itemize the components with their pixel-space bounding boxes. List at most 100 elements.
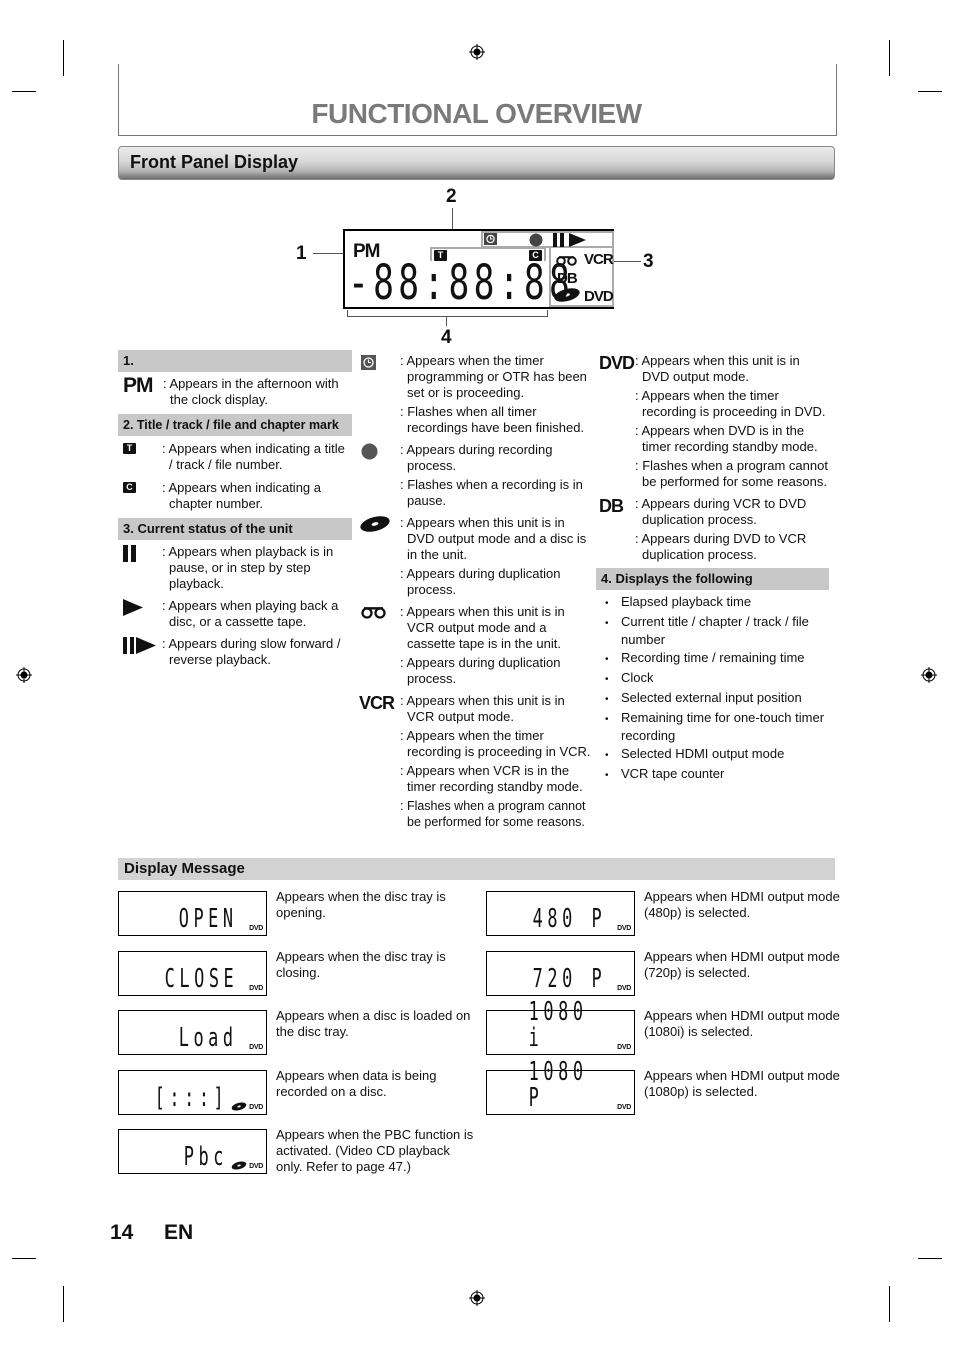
display-message-item: 1080 P DVD Appears when HDMI output mode…	[486, 1059, 846, 1120]
disc-icon	[360, 516, 390, 532]
dvd-label: DVD	[617, 925, 631, 932]
chapter-mark-desc: : Appears when indicating a chapter numb…	[162, 480, 321, 511]
message-description: Appears when data is being recorded on a…	[276, 1067, 437, 1099]
crop-mark	[12, 1258, 36, 1259]
record-desc: : Appears during recording process.	[400, 442, 553, 473]
dvd-desc: : Appears when the timer recording is pr…	[635, 388, 826, 419]
record-icon	[361, 443, 378, 460]
pm-row: PM : Appears in the afternoon with the c…	[118, 375, 352, 411]
pause-desc: : Appears when playback is in pause, or …	[162, 544, 334, 591]
registration-mark-icon	[921, 667, 937, 683]
display-message-item: 1080 i DVD Appears when HDMI output mode…	[486, 999, 846, 1060]
dvd-label: DVD	[617, 1103, 631, 1111]
lcd-message-box: 480 P DVD	[486, 891, 635, 936]
registration-mark-icon	[469, 44, 485, 60]
vcr-desc: : Flashes when a program cannot be perfo…	[400, 799, 586, 829]
callout-3: 3	[643, 251, 654, 272]
section-1-heading: 1.	[118, 350, 352, 372]
timer-row: : Appears when the timer programming or …	[356, 353, 592, 439]
pause-row: : Appears when playback is in pause, or …	[118, 544, 352, 595]
disc-desc: : Appears when this unit is in DVD outpu…	[400, 515, 587, 562]
vcr-symbol: VCR	[359, 693, 395, 713]
message-description: Appears when HDMI output mode (1080p) is…	[644, 1067, 840, 1099]
message-description: Appears when HDMI output mode (1080i) is…	[644, 1008, 840, 1039]
lcd-message-box: 1080 i DVD	[486, 999, 635, 1055]
dvd-symbol: DVD	[599, 353, 635, 373]
display-message-item: OPEN DVD Appears when the disc tray is o…	[118, 889, 478, 941]
list-item: Selected external input position	[596, 690, 829, 708]
dvd-label: DVD	[249, 1044, 263, 1051]
lcd-message-text: Pbc	[183, 1142, 228, 1172]
slow-play-desc: : Appears during slow forward / reverse …	[162, 636, 341, 667]
dvd-label: DVD	[249, 984, 263, 992]
timer-desc: : Flashes when all timer recordings have…	[400, 404, 585, 435]
dvd-desc: : Appears when DVD is in the timer recor…	[635, 423, 818, 454]
dvd-desc: : Appears when this unit is in DVD outpu…	[635, 353, 800, 384]
column-2: : Appears when the timer programming or …	[356, 353, 592, 833]
list-item: Selected HDMI output mode	[596, 746, 829, 764]
display-message-title: Display Message	[124, 860, 245, 877]
list-item: Recording time / remaining time	[596, 650, 829, 668]
language-label: EN	[164, 1221, 194, 1244]
section-3-heading: 3. Current status of the unit	[118, 518, 352, 540]
db-symbol: DB	[599, 496, 624, 516]
lcd-message-text: 1080 i	[528, 997, 588, 1053]
lcd-message-box: 720 P DVD	[486, 950, 635, 996]
db-row: DB : Appears during VCR to DVD duplicati…	[596, 496, 829, 566]
crop-mark	[918, 1258, 942, 1259]
section-4-heading: 4. Displays the following	[596, 568, 829, 590]
message-description: Appears when HDMI output mode (480p) is …	[644, 889, 840, 920]
disc-desc: : Appears during duplication process.	[400, 566, 561, 597]
vcr-indicator: VCR	[584, 251, 614, 268]
registration-mark-icon	[469, 1290, 485, 1306]
timer-icon	[484, 233, 497, 245]
section-2-heading: 2. Title / track / file and chapter mark	[118, 414, 352, 436]
dvd-desc: : Flashes when a program cannot be perfo…	[635, 458, 828, 489]
chapter-mark-icon: C	[123, 482, 136, 493]
dvd-indicator: DVD	[584, 288, 614, 305]
lcd-message-text: 720 P	[532, 963, 606, 994]
lcd-message-box: [:::] DVD	[118, 1069, 267, 1115]
message-description: Appears when the disc tray is opening.	[276, 889, 446, 920]
dvd-row: DVD : Appears when this unit is in DVD o…	[596, 353, 829, 493]
vcr-desc: : Appears when the timer recording is pr…	[400, 728, 591, 759]
vcr-row: VCR : Appears when this unit is in VCR o…	[356, 693, 592, 833]
message-description: Appears when the PBC function is activat…	[276, 1127, 474, 1174]
cassette-row: : Appears when this unit is in VCR outpu…	[356, 604, 592, 690]
lcd-message-text: 480 P	[532, 904, 606, 934]
disc-icon	[231, 1161, 247, 1170]
display-message-item: CLOSE DVD Appears when the disc tray is …	[118, 949, 478, 1001]
dvd-label: DVD	[249, 1163, 263, 1170]
status-group	[481, 231, 614, 248]
list-item: Clock	[596, 670, 829, 688]
column-3: DVD : Appears when this unit is in DVD o…	[596, 353, 829, 786]
dvd-label: DVD	[249, 1103, 263, 1111]
display-message-item: 480 P DVD Appears when HDMI output mode …	[486, 889, 846, 941]
page-number: 14	[110, 1221, 134, 1244]
section-header: Front Panel Display	[118, 146, 835, 180]
list-item: VCR tape counter	[596, 766, 829, 784]
lcd-message-box: Load DVD	[118, 1010, 267, 1055]
list-item: Elapsed playback time	[596, 594, 829, 612]
registration-mark-icon	[16, 667, 32, 683]
db-desc: : Appears during VCR to DVD duplication …	[635, 496, 807, 527]
lcd-message-text: OPEN	[179, 904, 238, 934]
pause-icon	[123, 545, 136, 562]
play-row: : Appears when playing back a disc, or a…	[118, 598, 352, 633]
pm-desc: : Appears in the afternoon with the cloc…	[163, 376, 339, 407]
chapter-mark-row: C : Appears when indicating a chapter nu…	[118, 480, 352, 515]
section-title: Front Panel Display	[130, 152, 299, 172]
crop-mark	[918, 91, 942, 92]
message-description: Appears when HDMI output mode (720p) is …	[644, 948, 840, 980]
vcr-desc: : Appears when VCR is in the timer recor…	[400, 763, 583, 794]
record-row: : Appears during recording process.: Fla…	[356, 442, 592, 512]
cassette-desc: : Appears when this unit is in VCR outpu…	[400, 604, 565, 651]
lcd-message-box: OPEN DVD	[118, 891, 267, 936]
title-mark-icon: T	[123, 443, 136, 454]
disc-icon	[231, 1102, 247, 1110]
display-message-item: [:::] DVD Appears when data is being rec…	[118, 1067, 478, 1120]
title-mark-desc: : Appears when indicating a title / trac…	[162, 441, 345, 472]
vcr-desc: : Appears when this unit is in VCR outpu…	[400, 693, 565, 724]
crop-mark	[889, 1286, 890, 1322]
callout-2: 2	[446, 186, 457, 207]
